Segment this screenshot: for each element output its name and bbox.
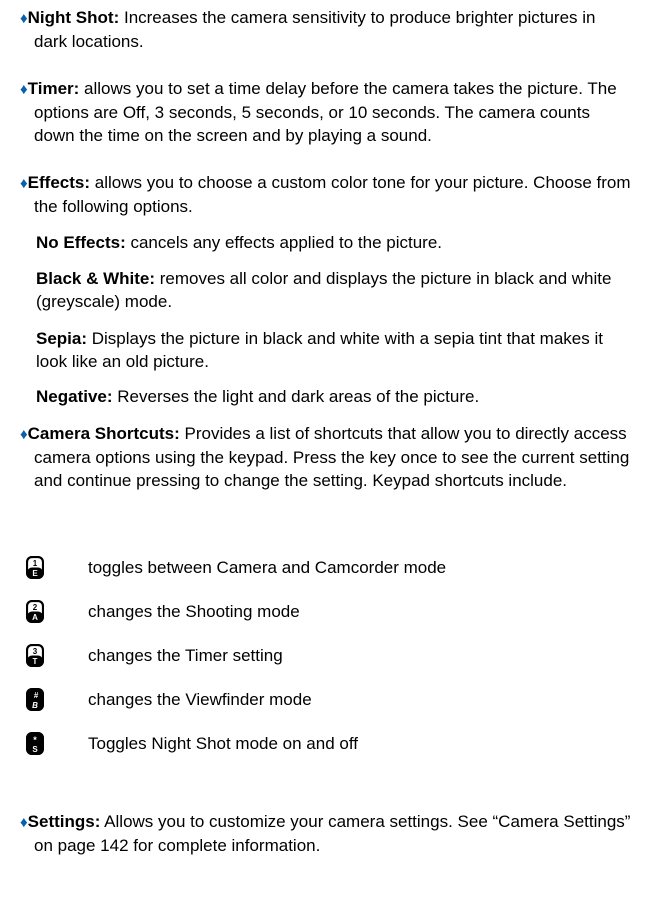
effect-text: Reverses the light and dark areas of the…	[112, 387, 480, 406]
effect-label: No Effects:	[36, 233, 126, 252]
key-2-icon: 2 A	[26, 600, 44, 623]
item-text: Allows you to customize your camera sett…	[34, 812, 631, 855]
effect-text: cancels any effects applied to the pictu…	[125, 233, 443, 252]
effect-sepia: Sepia: Displays the picture in black and…	[36, 327, 630, 373]
bullet-timer: ♦Timer: allows you to set a time delay b…	[20, 77, 632, 147]
bullet-glyph: ♦	[20, 81, 28, 98]
item-label: Settings:	[27, 812, 101, 831]
key-bottom-label: B	[32, 701, 38, 710]
key-hash-icon: # B	[26, 688, 44, 711]
effect-black-white: Black & White: removes all color and dis…	[36, 267, 630, 313]
effect-negative: Negative: Reverses the light and dark ar…	[36, 385, 630, 408]
key-top-label: 3	[33, 647, 38, 656]
shortcut-text: Toggles Night Shot mode on and off	[88, 734, 358, 753]
key-bottom-label: E	[32, 569, 38, 578]
item-text: Increases the camera sensitivity to prod…	[34, 8, 596, 51]
key-bottom-label: A	[32, 613, 38, 622]
bullet-camera-shortcuts: ♦Camera Shortcuts: Provides a list of sh…	[20, 422, 632, 492]
shortcut-text: changes the Shooting mode	[88, 602, 300, 621]
key-star-icon: * S	[26, 732, 44, 755]
effect-label: Sepia:	[36, 329, 88, 348]
shortcut-text: changes the Viewfinder mode	[88, 690, 312, 709]
key-bottom-label: T	[33, 657, 38, 666]
key-1-icon: 1 E	[26, 556, 44, 579]
item-label: Timer:	[27, 79, 80, 98]
key-top-label: 1	[33, 559, 38, 568]
key-bottom-label: S	[32, 745, 38, 754]
effect-label: Negative:	[36, 387, 113, 406]
effect-label: Black & White:	[36, 269, 156, 288]
bullet-glyph: ♦	[20, 814, 28, 831]
bullet-glyph: ♦	[20, 426, 28, 443]
bullet-glyph: ♦	[20, 10, 28, 27]
effect-no-effects: No Effects: cancels any effects applied …	[36, 231, 630, 254]
shortcut-text: changes the Timer setting	[88, 646, 283, 665]
key-top-label: 2	[33, 603, 38, 612]
effect-text: Displays the picture in black and white …	[36, 329, 603, 371]
item-text: allows you to choose a custom color tone…	[34, 173, 631, 216]
item-label: Night Shot:	[27, 8, 120, 27]
key-3-icon: 3 T	[26, 644, 44, 667]
bullet-glyph: ♦	[20, 175, 28, 192]
shortcut-text: toggles between Camera and Camcorder mod…	[88, 558, 447, 577]
item-text: allows you to set a time delay before th…	[34, 79, 617, 145]
bullet-night-shot: ♦Night Shot: Increases the camera sensit…	[20, 6, 632, 53]
item-label: Camera Shortcuts:	[27, 424, 180, 443]
key-top-label: *	[33, 735, 37, 745]
item-label: Effects:	[27, 173, 91, 192]
bullet-settings: ♦Settings: Allows you to customize your …	[20, 810, 632, 857]
key-top-label: #	[34, 691, 39, 700]
bullet-effects: ♦Effects: allows you to choose a custom …	[20, 171, 632, 218]
